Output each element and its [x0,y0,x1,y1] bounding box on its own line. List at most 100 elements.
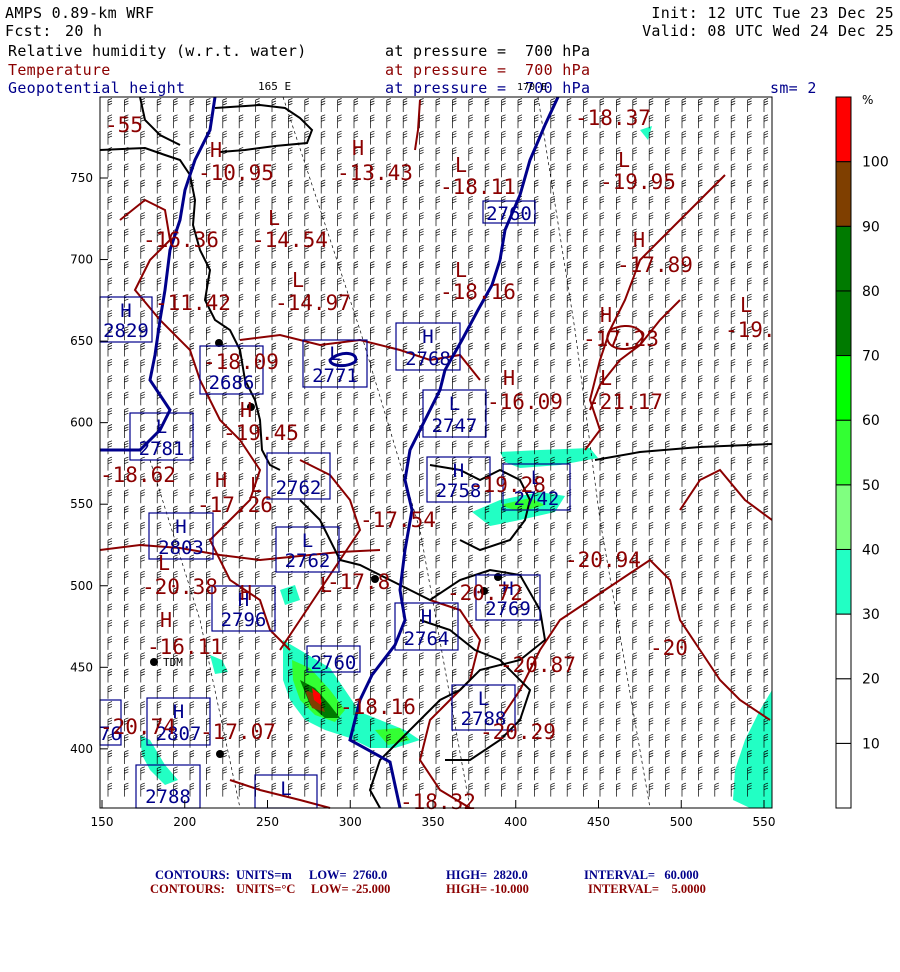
station-dot [150,658,158,666]
height-label-box: L2762 [275,526,340,573]
y-tick-label: 500 [70,579,93,593]
colorbar-segment [835,678,852,744]
height-hl-marker: L [156,416,167,438]
temperature-label: -17.54 [360,508,436,532]
colorbar-segment [835,225,852,292]
x-tick-label: 200 [173,815,196,829]
height-value: 2796 [221,609,267,631]
height-hl-marker: H [120,300,131,322]
colorbar-segment [835,96,852,163]
hl-marker: L [455,258,467,282]
temperature-label: -18.09 [203,350,279,374]
temperature-label: -19. [725,318,776,342]
colorbar-unit: % [862,93,873,107]
colorbar-level-label: 50 [862,478,880,494]
temperature-label: -16.11 [147,635,223,659]
temperature-label: -17.07 [200,720,276,744]
temperature-label: -20.38 [142,575,218,599]
hl-marker: L [455,153,467,177]
height-value: 2747 [432,415,478,437]
colorbar-segment [835,613,852,680]
height-value: 2781 [139,438,185,460]
height-value: 2760 [311,652,357,674]
height-hl-marker: H [453,460,464,482]
hl-marker: H [240,398,252,422]
height-label-box: L2771 [302,339,368,388]
footer-height-contours: CONTOURS: UNITS=m LOW= 2760.0 HIGH= 2820… [0,868,900,883]
temperature-label: -17.23 [583,327,659,351]
hl-marker: H [633,228,645,252]
temperature-label: -13.43 [337,161,413,185]
temp-contour [679,468,773,521]
temperature-label: -19.28 [470,473,546,497]
temperature-label: -17.89 [617,253,693,277]
hl-marker: L [250,473,262,497]
lon-label-165e: 165 E [258,80,291,93]
footer-height-high: HIGH= 2820.0 [446,868,528,882]
height-hl-marker: H [421,606,432,628]
y-tick-label: 550 [70,497,93,511]
wind-barbs [107,98,769,797]
temperature-label: -18.62 [100,463,176,487]
height-hl-marker: H [175,516,186,538]
colorbar-segment [835,548,852,615]
height-hl-marker: L [478,688,489,710]
colorbar-level-label: 60 [862,413,880,429]
hl-marker: H [210,138,222,162]
footer-temp-high: HIGH= -10.000 [446,882,529,896]
temperature-label: -20.72 [447,581,523,605]
temperature-label: -18.11 [440,175,516,199]
temperature-label: -20 [650,636,688,660]
height-value: 2768 [405,348,451,370]
colorbar-segment [835,419,852,486]
height-hl-marker: L [302,530,313,552]
x-tick-label: 150 [91,815,114,829]
colorbar-segment [835,355,852,421]
temperature-label: -19.95 [600,170,676,194]
hl-marker: H [600,303,612,327]
y-tick-label: 750 [70,171,93,185]
footer-temp-interval: INTERVAL= 5.0000 [588,882,706,896]
colorbar-level-label: 70 [862,349,880,365]
colorbar-level-label: 100 [862,155,889,171]
temperature-label: -20.94 [565,548,641,572]
temperature-label: -11.42 [155,291,231,315]
temperature-label: -14.54 [252,228,328,252]
x-tick-label: 300 [339,815,362,829]
colorbar-segment [835,742,852,809]
hl-marker: L [320,573,332,597]
y-tick-label: 700 [70,253,93,267]
colorbar-level-label: 10 [862,736,880,752]
colorbar-segment [835,484,852,550]
footer-height-units: UNITS=m [236,868,292,882]
colorbar-level-label: 20 [862,672,880,688]
height-value: 2760 [486,203,532,225]
x-tick-label: 450 [587,815,610,829]
temperature-label: -18.32 [400,790,476,814]
colorbar-level-label: 80 [862,284,880,300]
footer-temp-contours: CONTOURS: UNITS=°C LOW= -25.000 HIGH= -1… [0,882,900,897]
hl-marker: L [292,268,304,292]
rh-patch [280,585,300,605]
temperature-label: -18.37 [575,106,651,130]
hl-marker: L [268,206,280,230]
height-value: 2686 [209,372,255,394]
height-hl-marker: L [280,778,291,800]
y-tick-label: 600 [70,416,93,430]
colorbar-level-label: 30 [862,607,880,623]
height-label-box: 2760 [482,200,536,225]
height-hl-marker: H [422,326,433,348]
footer-temp-units: UNITS=°C [236,882,296,896]
x-tick-label: 350 [422,815,445,829]
height-value: 2788 [145,786,191,808]
y-tick-label: 650 [70,334,93,348]
height-hl-marker: L [329,343,340,365]
temperature-label: -18.16 [440,280,516,304]
temperature-label: -20.29 [480,720,556,744]
hl-marker: H [215,468,227,492]
height-hl-marker: L [449,393,460,415]
temperature-label: -20.87 [500,653,576,677]
height-value: 2829 [103,320,149,342]
height-value: 2762 [276,477,322,499]
height-value: 2762 [285,550,331,572]
